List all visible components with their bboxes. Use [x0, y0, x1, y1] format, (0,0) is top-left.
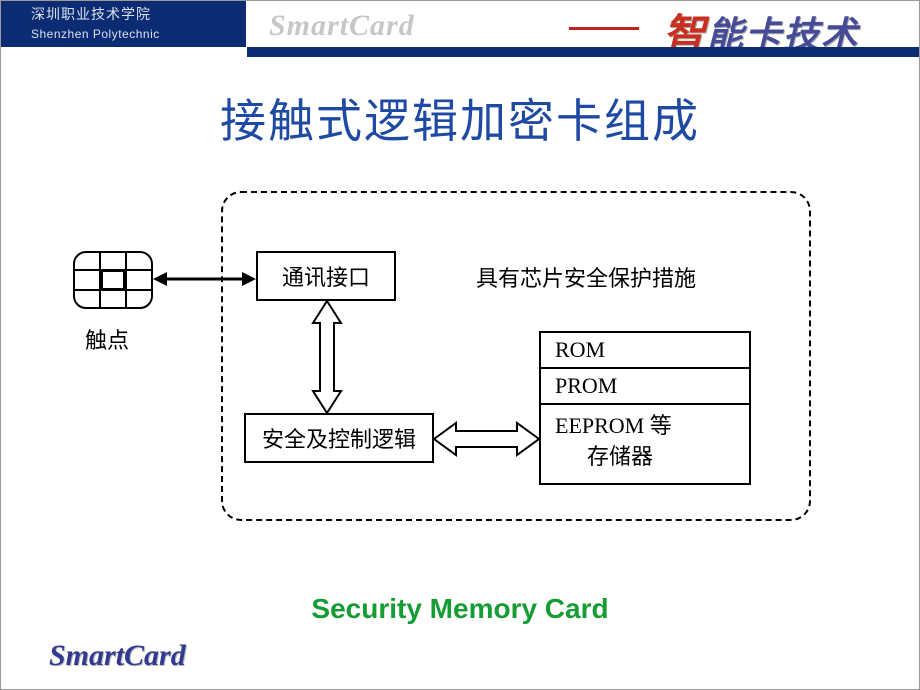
- diagram: 触点 通讯接口 具有芯片安全保护措施 安全及控制逻辑 ROM PROM EEPR…: [61, 191, 861, 571]
- chip-contact-icon: [73, 251, 153, 309]
- watermark-text: SmartCard: [269, 9, 415, 43]
- comm-interface-box: 通讯接口: [256, 251, 396, 301]
- arrow-chip-to-comm: [153, 269, 256, 289]
- memory-row-eeprom-l2: 存储器: [555, 442, 735, 473]
- logic-box: 安全及控制逻辑: [244, 413, 434, 463]
- org-name-en: Shenzhen Polytechnic: [31, 25, 246, 43]
- footer-brand: SmartCard: [49, 639, 186, 673]
- arrow-comm-to-logic: [307, 301, 347, 413]
- header-bar: 深圳职业技术学院 Shenzhen Polytechnic SmartCard …: [1, 1, 919, 59]
- security-note: 具有芯片安全保护措施: [476, 261, 696, 293]
- red-accent-line: [569, 27, 639, 30]
- blue-divider: [247, 47, 919, 57]
- caption-text: Security Memory Card: [1, 593, 919, 625]
- memory-row-rom: ROM: [541, 333, 749, 369]
- chip-label: 触点: [85, 323, 129, 355]
- memory-box: ROM PROM EEPROM 等 存储器: [539, 331, 751, 485]
- comm-interface-label: 通讯接口: [282, 260, 370, 292]
- org-name-cn: 深圳职业技术学院: [31, 4, 246, 25]
- org-block: 深圳职业技术学院 Shenzhen Polytechnic: [1, 1, 246, 47]
- memory-row-eeprom-l1: EEPROM 等: [555, 411, 735, 442]
- logic-box-label: 安全及控制逻辑: [262, 422, 416, 454]
- slide-title: 接触式逻辑加密卡组成: [1, 85, 919, 151]
- arrow-logic-to-memory: [434, 421, 539, 457]
- memory-row-prom: PROM: [541, 369, 749, 405]
- memory-row-eeprom: EEPROM 等 存储器: [541, 405, 749, 483]
